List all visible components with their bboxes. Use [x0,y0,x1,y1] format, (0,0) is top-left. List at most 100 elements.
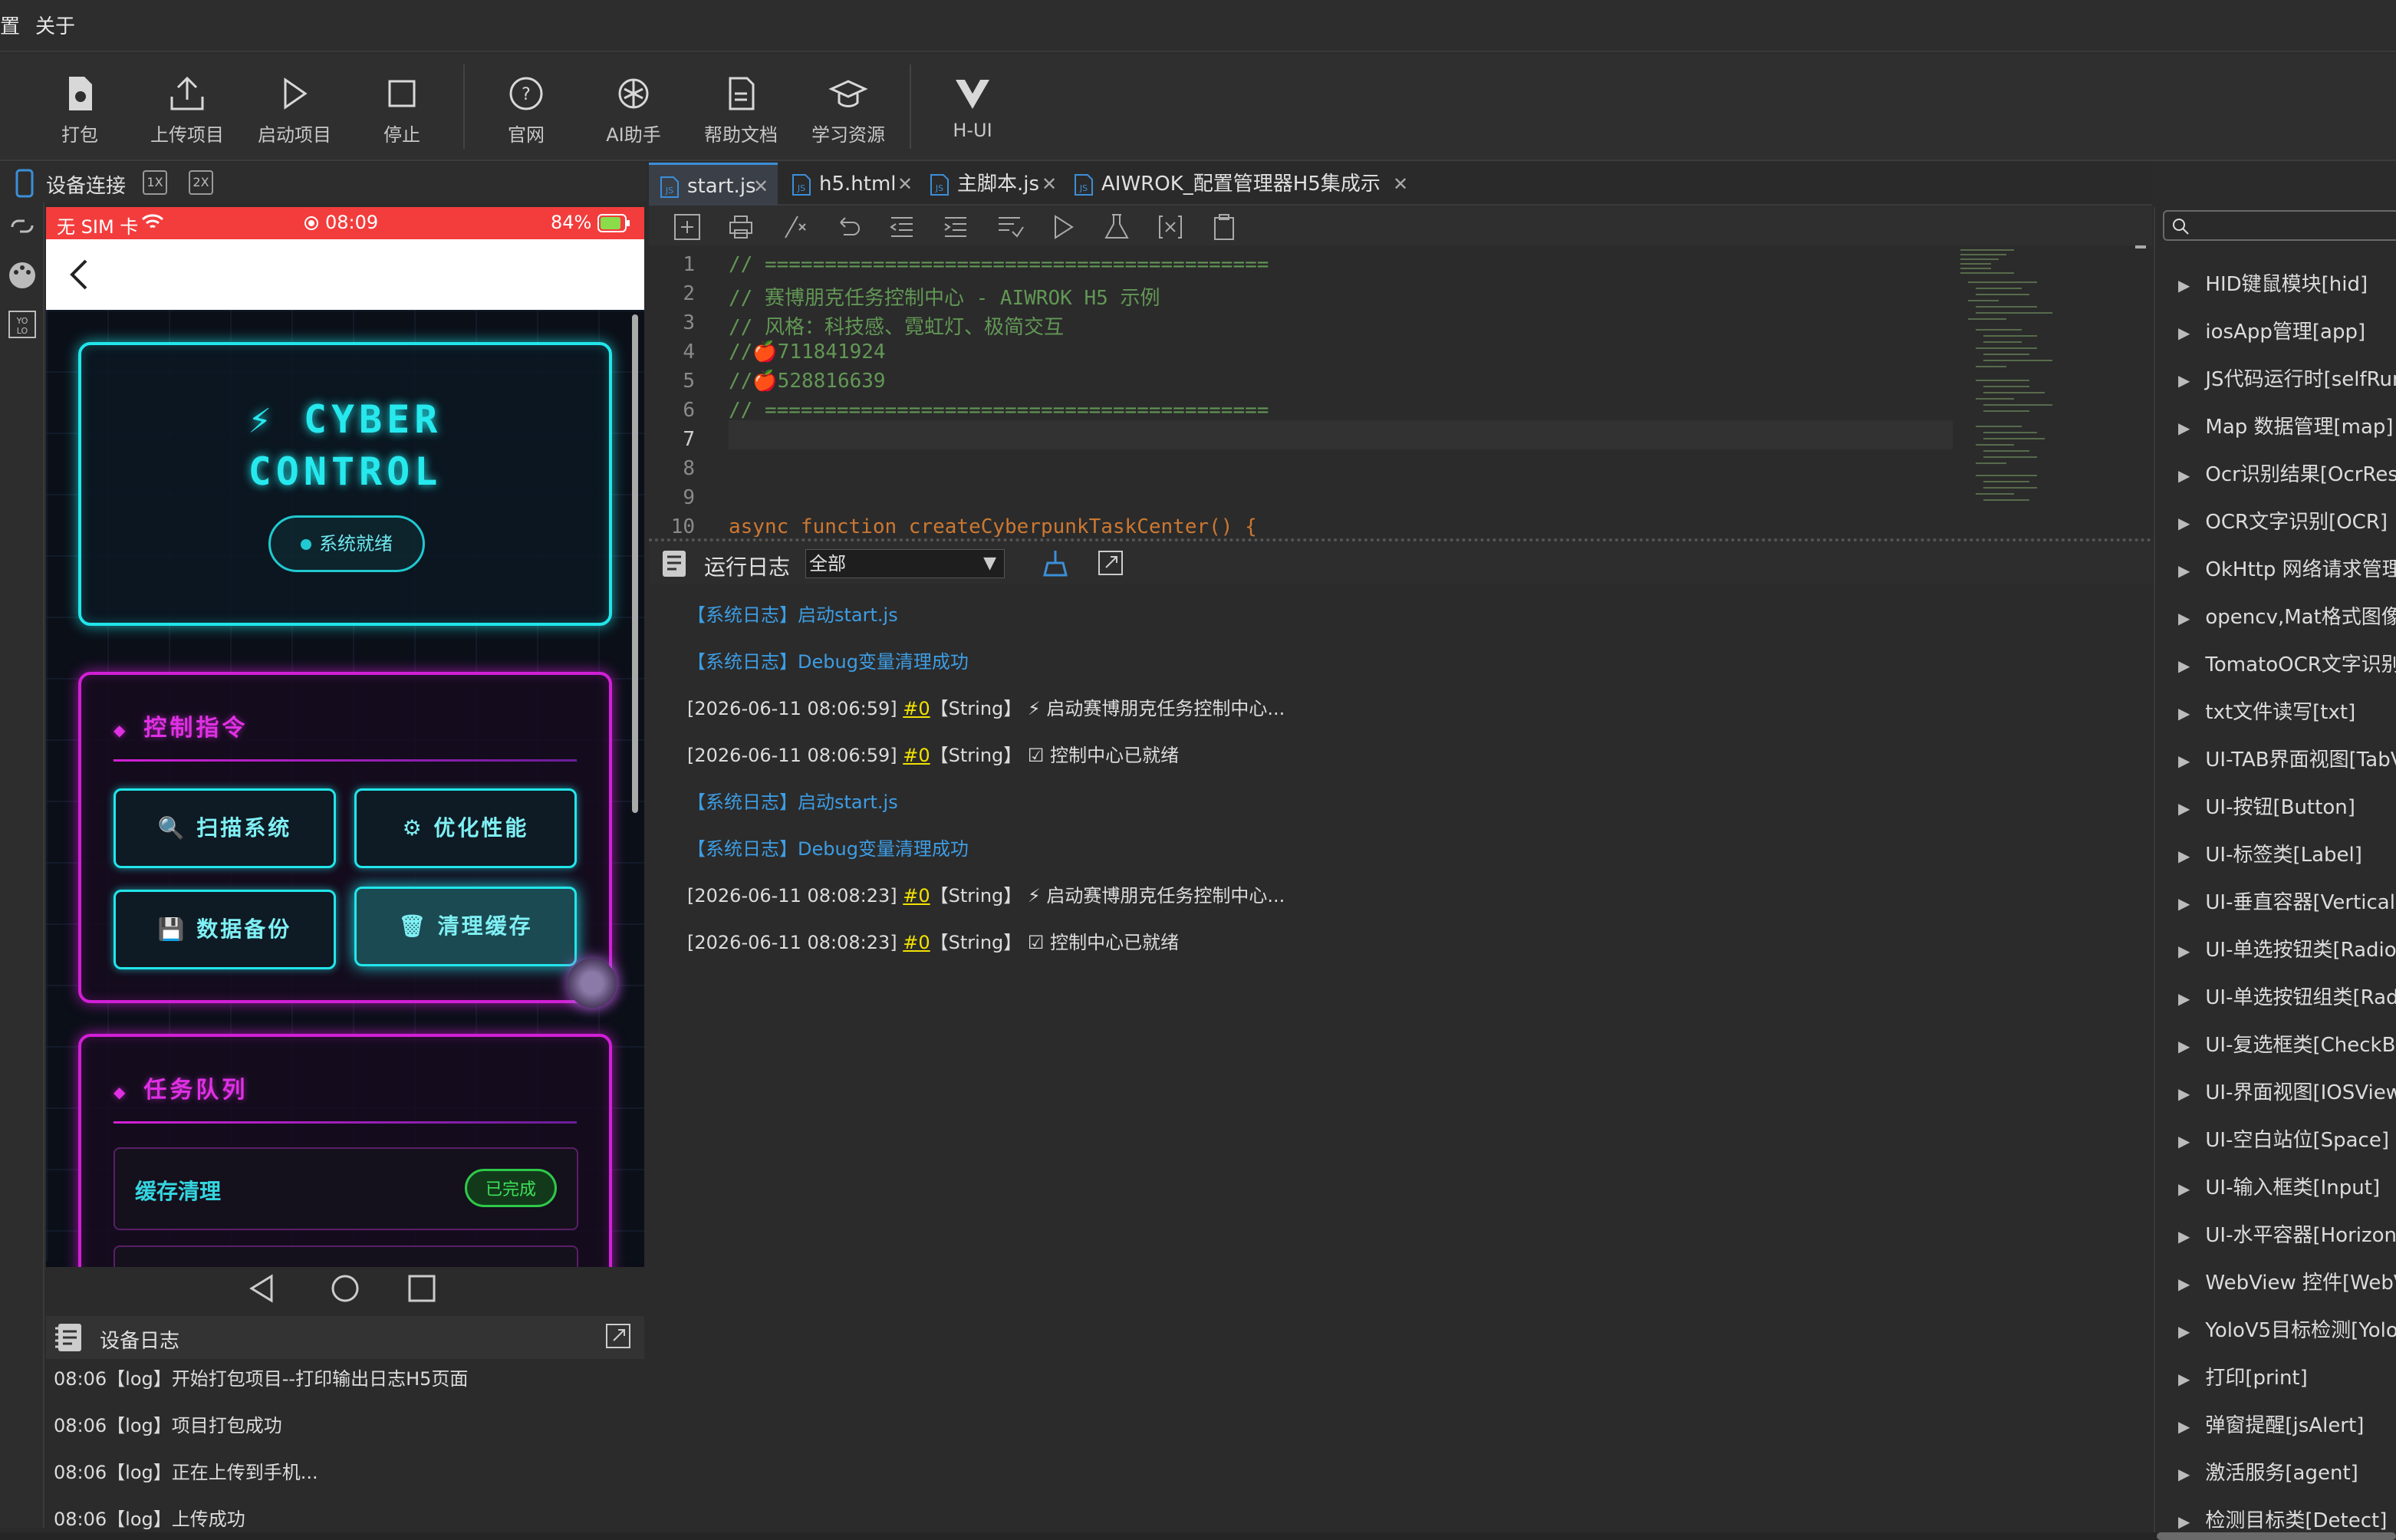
api-list-item[interactable]: ▶ JS代码运行时[selfRunT [2178,364,2396,392]
outdent-icon[interactable] [887,212,917,242]
api-list-item[interactable]: ▶ iosApp管理[app] [2178,316,2365,344]
api-list-item[interactable]: ▶ UI-界面视图[IOSView] [2178,1077,2396,1105]
undo-icon[interactable] [833,212,864,242]
scan-system-button[interactable]: 🔍 扫描系统 [114,788,336,868]
indent-icon[interactable] [940,212,971,242]
api-list-item[interactable]: ▶ 弹窗提醒[jsAlert] [2178,1410,2364,1438]
pack-button[interactable]: 打包 [34,69,126,153]
tab-label: h5.html [819,173,897,196]
tab-start-js[interactable]: JS start.js ✕ [649,163,778,206]
palette-icon[interactable] [6,259,38,291]
nav-back-icon[interactable] [247,1273,278,1304]
api-list-item[interactable]: ▶ txt文件读写[txt] [2178,696,2355,725]
nav-recent-icon[interactable] [406,1273,437,1304]
menu-about[interactable]: 关于 [35,11,75,39]
scale-2x-button[interactable]: 2X [189,170,213,195]
h-ui-button[interactable]: H-UI [926,69,1019,153]
print-icon[interactable] [726,212,756,242]
code-minimap[interactable] [1953,245,2152,537]
api-list-label: OCR文字识别[OCR] [2205,511,2388,534]
yolo-icon[interactable]: YOLO [6,308,38,341]
api-list-item[interactable]: ▶ UI-单选按钮类[RadioB [2178,934,2396,962]
website-button[interactable]: ? 官网 [480,69,572,153]
js-file-icon: JS [792,174,811,196]
api-list-item[interactable]: ▶ 打印[print] [2178,1362,2308,1390]
scrollbar-thumb[interactable] [2157,1532,2396,1540]
ai-assistant-button[interactable]: AI助手 [587,69,680,153]
nav-home-icon[interactable] [330,1273,360,1304]
api-list-item[interactable]: ▶ UI-输入框类[Input] [2178,1172,2380,1200]
log-entry: [2026-06-11 08:08:23] #0【String】 ⚡ 启动赛博朋… [687,880,1285,907]
close-icon[interactable]: ✕ [753,165,768,208]
menu-settings[interactable]: 置 [0,11,20,39]
back-chevron-icon[interactable] [67,258,91,291]
api-list-label: txt文件读写[txt] [2205,701,2356,724]
api-list-item[interactable]: ▶ UI-TAB界面视图[TabV [2178,744,2396,772]
expand-arrow-icon: ▶ [2178,1370,2190,1388]
api-list-item[interactable]: ▶ UI-按钮[Button] [2178,791,2355,820]
api-list-item[interactable]: ▶ HID键鼠模块[hid] [2178,268,2368,297]
tab-config-manager[interactable]: JS AIWROK_配置管理器H5集成示例.js ✕ [1063,163,1416,239]
api-search-input[interactable] [2163,210,2396,241]
format-icon[interactable] [994,212,1025,242]
log-filter-value: 全部 [809,553,846,574]
code-editor[interactable]: 1 2 3 4 5 6 7 8 9 10 // ================… [649,245,2152,537]
api-list-item[interactable]: ▶ UI-空白站位[Space] [2178,1124,2389,1153]
floating-assist-button[interactable] [568,959,617,1008]
tab-h5-html[interactable]: JS h5.html ✕ [781,163,919,206]
code-line: // =====================================… [729,399,1269,422]
close-icon[interactable]: ✕ [1393,163,1408,206]
close-icon[interactable]: ✕ [897,163,913,206]
api-list-item[interactable]: ▶ UI-复选框类[CheckBo [2178,1029,2396,1058]
new-file-icon[interactable] [672,212,703,242]
api-list-item[interactable]: ▶ UI-标签类[Label] [2178,839,2362,867]
data-backup-button[interactable]: 💾 数据备份 [114,890,336,969]
task-row[interactable]: 缓存清理 已完成 [114,1147,578,1230]
api-list-item[interactable]: ▶ Ocr识别结果[OcrResu [2178,459,2396,487]
api-list-label: JS代码运行时[selfRunT [2205,368,2396,391]
popout-icon[interactable] [1097,549,1124,577]
api-list-item[interactable]: ▶ UI-水平容器[Horizont [2178,1219,2396,1248]
flask-icon[interactable] [1101,212,1132,242]
clear-cache-button[interactable]: 🗑 清理缓存 [354,887,577,966]
api-list-item[interactable]: ▶ OkHttp 网络请求管理 [2178,554,2396,582]
broom-clear-icon[interactable] [1040,548,1071,578]
link-chain-icon[interactable] [6,210,38,242]
clock: 08:09 [325,212,379,233]
api-list-item[interactable]: ▶ OCR文字识别[OCR] [2178,506,2388,535]
api-list-item[interactable]: ▶ 检测目标类[Detect] [2178,1505,2387,1533]
svg-text:LO: LO [17,326,28,336]
optimize-performance-button[interactable]: ⚙ 优化性能 [354,788,577,868]
log-tag: #0 [903,932,930,953]
popout-icon[interactable] [604,1322,632,1350]
api-list-item[interactable]: ▶ WebView 控件[WebV [2178,1267,2396,1295]
api-list-item[interactable]: ▶ TomatoOCR文字识别[ [2178,649,2396,677]
stop-button[interactable]: 停止 [356,69,448,153]
help-docs-button[interactable]: 帮助文档 [695,69,787,153]
log-tag: #0 [903,698,930,719]
task-row[interactable] [114,1245,578,1267]
expand-arrow-icon: ▶ [2178,989,2190,1008]
api-list-item[interactable]: ▶ 激活服务[agent] [2178,1457,2358,1486]
api-list-item[interactable]: ▶ YoloV5目标检测[YoloV [2178,1315,2396,1343]
tab-main-script[interactable]: JS 主脚本.js ✕ [919,163,1063,206]
start-project-button[interactable]: 启动项目 [248,69,341,153]
api-list-item[interactable]: ▶ opencv,Mat格式图像[ [2178,601,2396,630]
close-icon[interactable]: ✕ [1042,163,1057,206]
comment-icon[interactable] [779,212,810,242]
learning-resources-button[interactable]: 学习资源 [802,69,894,153]
api-list-item[interactable]: ▶ UI-垂直容器[Vertical] [2178,887,2396,915]
hero-title-line2: CONTROL [248,449,443,494]
device-connection-header: 设备连接 1X 2X [0,163,646,202]
log-text: ☑ 控制中心已就绪 [1027,932,1180,953]
run-icon[interactable] [1048,212,1078,242]
scale-1x-button[interactable]: 1X [143,170,167,195]
log-filter-select[interactable]: 全部 ▼ [805,549,1005,578]
variable-icon[interactable] [1155,212,1186,242]
webview-scrollbar[interactable] [632,314,638,813]
upload-project-button[interactable]: 上传项目 [141,69,233,153]
api-list-item[interactable]: ▶ UI-单选按钮组类[Radi [2178,982,2396,1010]
horizontal-scrollbar[interactable] [0,1532,2396,1540]
clear-clipboard-icon[interactable] [1209,212,1239,242]
api-list-item[interactable]: ▶ Map 数据管理[map] [2178,411,2394,439]
